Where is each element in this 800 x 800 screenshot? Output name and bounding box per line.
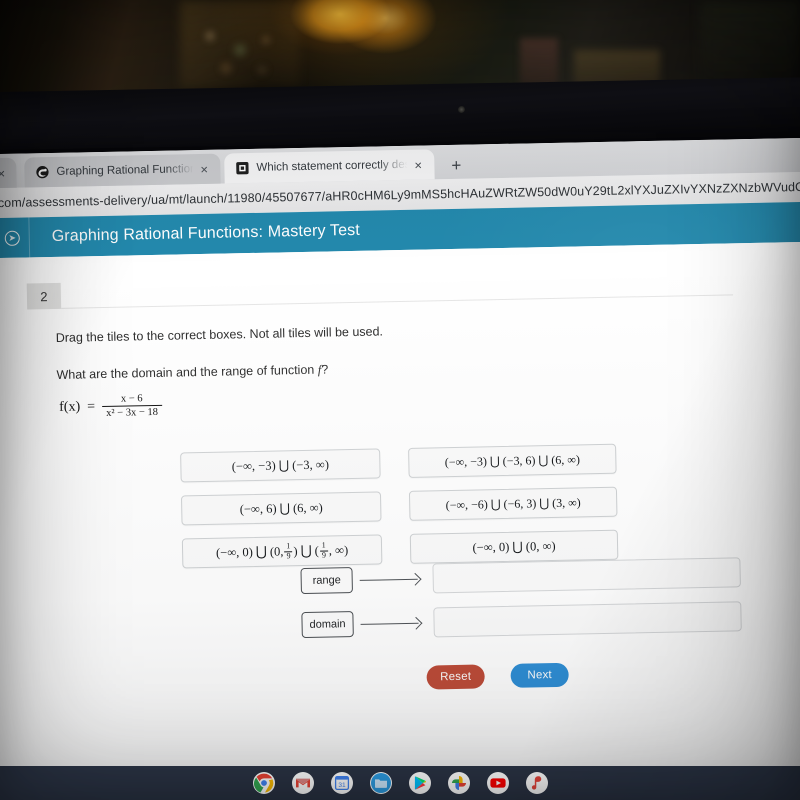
assessment-page: 2 Drag the tiles to the correct boxes. N…	[0, 241, 800, 797]
play-store-icon[interactable]	[408, 772, 431, 794]
inline-fraction: 1 9	[319, 540, 329, 560]
question-prompt: What are the domain and the range of fun…	[28, 354, 734, 383]
question-prompt-suffix: ?	[321, 362, 329, 377]
taskbar: 31	[0, 766, 800, 800]
tab-close-icon-2[interactable]: ×	[414, 157, 426, 172]
laptop-screen: × Graphing Rational Functions: Ma ×	[0, 137, 800, 797]
divider	[61, 294, 734, 309]
tab-title-0: Graphing Rational Functions: Ma	[56, 163, 194, 178]
next-button[interactable]: Next	[510, 662, 569, 688]
tile-part-2a: (0,	[269, 543, 284, 559]
inline-fraction: 1 9	[284, 541, 293, 561]
tab-0[interactable]: ×	[0, 157, 17, 189]
formula-numerator: x − 6	[120, 393, 143, 405]
answer-tile[interactable]: (−∞, 0) ⋃ (0, 1 9 ) ⋃ ( 1 9 , ∞)	[181, 534, 383, 569]
document-icon	[236, 161, 249, 175]
files-icon[interactable]	[369, 772, 392, 794]
arrow-right-icon	[360, 616, 426, 630]
label-chip-domain: domain	[301, 611, 354, 639]
chrome-icon[interactable]	[252, 772, 275, 794]
tab-graphing-rational-functions[interactable]: Graphing Rational Functions: Ma ×	[24, 153, 221, 188]
arrow-right-circle-icon[interactable]: ➤	[4, 230, 20, 246]
answer-tile[interactable]: (−∞, −3) ⋃ (−3, ∞)	[180, 448, 381, 483]
formula-lhs: f(x)	[59, 398, 81, 415]
gmail-icon[interactable]	[291, 772, 314, 794]
drop-target-domain[interactable]	[433, 601, 742, 638]
question-instructions: Drag the tiles to the correct boxes. Not…	[55, 324, 384, 345]
answer-tile[interactable]: (−∞, 6) ⋃ (6, ∞)	[180, 491, 382, 526]
tab-close-icon-0[interactable]: ×	[0, 165, 10, 180]
answer-tile[interactable]: (−∞, 0) ⋃ (0, ∞)	[409, 529, 619, 564]
svg-text:31: 31	[338, 782, 346, 789]
fraction-numerator: 1	[321, 540, 326, 550]
new-tab-button[interactable]: +	[446, 156, 466, 175]
union-symbol: ⋃	[255, 543, 268, 559]
question-number-badge: 2	[26, 282, 62, 310]
fraction-denominator: 9	[319, 550, 329, 560]
function-formula: f(x) = x − 6 x² − 3x − 18	[29, 381, 735, 420]
background-clutter	[196, 24, 288, 82]
fraction-numerator: 1	[286, 541, 291, 551]
background-picture-frame	[520, 38, 558, 86]
answer-tile[interactable]: (−∞, −3) ⋃ (−3, 6) ⋃ (6, ∞)	[408, 443, 617, 478]
calendar-icon[interactable]: 31	[330, 772, 353, 794]
tile-part-3b: , ∞)	[328, 542, 349, 558]
formula-equals: =	[87, 398, 96, 414]
youtube-icon[interactable]	[486, 772, 509, 794]
fraction-denominator: 9	[284, 550, 293, 561]
header-back-area[interactable]: t ➤	[0, 217, 31, 259]
reset-button[interactable]: Reset	[426, 664, 485, 690]
tile-part-1: (−∞, 0)	[215, 544, 253, 560]
tab-which-statement[interactable]: Which statement correctly descr ×	[224, 149, 435, 184]
drop-row-domain: domain	[301, 601, 742, 640]
formula-fraction: x − 6 x² − 3x − 18	[102, 393, 163, 420]
tile-part-3a: (	[314, 543, 319, 558]
answer-tile[interactable]: (−∞, −6) ⋃ (−6, 3) ⋃ (3, ∞)	[408, 486, 618, 521]
photos-icon[interactable]	[447, 772, 470, 794]
page-title: Graphing Rational Functions: Mastery Tes…	[51, 221, 361, 246]
formula-denominator: x² − 3x − 18	[102, 404, 163, 420]
tile-bank: (−∞, −3) ⋃ (−3, ∞) (−∞, −3) ⋃ (−3, 6) ⋃ …	[180, 441, 742, 569]
drop-zone-group: range domain	[300, 557, 742, 654]
photo-of-laptop-screen: × Graphing Rational Functions: Ma ×	[0, 0, 800, 800]
tab-close-icon-1[interactable]: ×	[200, 161, 212, 176]
keep-icon[interactable]	[525, 772, 548, 794]
question-prompt-prefix: What are the domain and the range of fun…	[56, 362, 318, 382]
arrow-right-icon	[359, 572, 426, 586]
tab-title-1: Which statement correctly descr	[256, 158, 408, 174]
edge-icon	[36, 166, 49, 179]
union-symbol: ⋃	[300, 542, 312, 559]
action-buttons: Reset Next	[426, 662, 569, 690]
label-chip-range: range	[300, 567, 353, 595]
drop-target-range[interactable]	[432, 557, 741, 594]
question-card: 2 Drag the tiles to the correct boxes. N…	[26, 269, 742, 744]
